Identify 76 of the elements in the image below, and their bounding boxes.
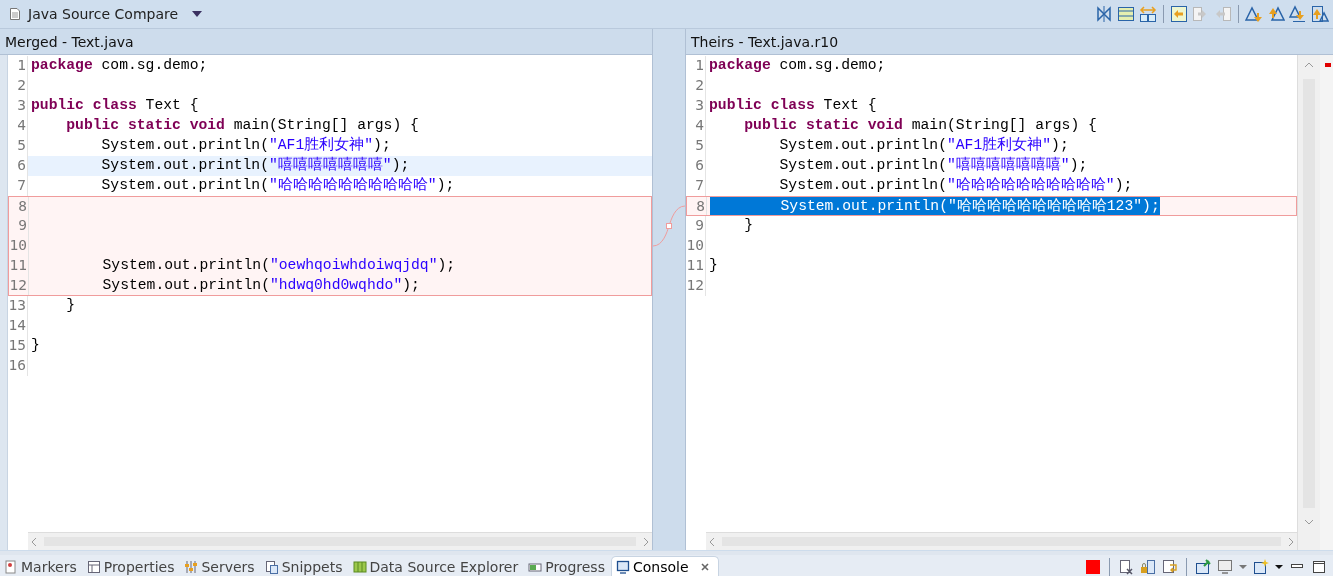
monitor-icon: [615, 560, 630, 574]
code-line: System.out.println("嘻嘻嘻嘻嘻嘻嘻");: [778, 156, 1088, 175]
grid-icon: [352, 559, 367, 574]
code-line: }: [743, 216, 754, 235]
line-number: 4: [8, 116, 28, 136]
next-change-icon[interactable]: [1289, 5, 1307, 23]
copy-all-left-icon[interactable]: [1170, 5, 1188, 23]
maximize-icon[interactable]: [1311, 558, 1327, 575]
line-number: 1: [8, 56, 28, 76]
line-number: 10: [686, 236, 706, 256]
code-line: public class Text {: [31, 96, 199, 115]
code-line: package com.sg.demo;: [31, 56, 208, 75]
code-line: public static void main(String[] args) {: [65, 116, 419, 135]
line-number: 12: [9, 276, 29, 295]
line-number: 14: [8, 316, 28, 336]
code-line: System.out.println("嘻嘻嘻嘻嘻嘻嘻");: [100, 156, 410, 175]
pin-icon[interactable]: [1195, 558, 1211, 575]
line-number: 16: [8, 356, 28, 376]
word-wrap-icon[interactable]: [1162, 558, 1178, 575]
line-number: 5: [8, 136, 28, 156]
dropdown-caret-icon[interactable]: [192, 11, 203, 17]
table-icon: [86, 559, 101, 574]
line-number: 3: [686, 96, 706, 116]
view-tab[interactable]: Properties: [82, 556, 181, 576]
new-console-icon[interactable]: [1253, 558, 1269, 575]
line-number: 12: [686, 276, 706, 296]
scroll-lock-icon[interactable]: [1140, 558, 1156, 575]
swap-sides-icon[interactable]: [1139, 5, 1157, 23]
clear-console-icon[interactable]: [1118, 558, 1134, 575]
horizontal-scrollbar[interactable]: [28, 532, 652, 550]
document-icon: [8, 7, 22, 21]
pane-title: Merged - Text.java: [4, 32, 135, 52]
line-number: 8: [687, 197, 707, 215]
vertical-scrollbar[interactable]: [1297, 55, 1320, 550]
ignore-whitespace-icon[interactable]: [1095, 5, 1113, 23]
line-number: 1: [686, 56, 706, 76]
code-line: System.out.println("哈哈哈哈哈哈哈哈哈哈");: [778, 176, 1133, 195]
view-tab[interactable]: Markers: [0, 556, 83, 576]
line-number: 5: [686, 136, 706, 156]
terminate-icon[interactable]: [1085, 558, 1101, 575]
view-tab[interactable]: Data Source Explorer: [348, 556, 525, 576]
view-tab[interactable]: Console: [610, 556, 719, 576]
view-tab[interactable]: Snippets: [260, 556, 349, 576]
prev-diff-icon[interactable]: [1267, 5, 1285, 23]
line-number: 11: [686, 256, 706, 276]
sliders-icon: [184, 559, 199, 574]
code-line: package com.sg.demo;: [709, 56, 886, 75]
view-tab[interactable]: Servers: [180, 556, 261, 576]
horizontal-scrollbar[interactable]: [706, 532, 1297, 550]
pane-title: Theirs - Text.java.r10: [690, 32, 840, 52]
code-line: System.out.println("hdwq0hd0wqhdo");: [101, 276, 420, 295]
code-line: System.out.println("AF1胜利女神");: [100, 136, 391, 155]
line-number: 9: [686, 216, 706, 236]
compare-title: Java Source Compare: [28, 6, 179, 22]
prev-change-icon[interactable]: [1311, 5, 1329, 23]
code-line: }: [31, 336, 40, 355]
line-number: 15: [8, 336, 28, 356]
line-number: 13: [8, 296, 28, 316]
line-number: 2: [686, 76, 706, 96]
code-line: }: [709, 256, 718, 275]
view-tab[interactable]: Progress: [524, 556, 611, 576]
monitor-icon[interactable]: [1217, 558, 1233, 575]
line-number: 3: [8, 96, 28, 116]
line-number: 2: [8, 76, 28, 96]
code-line: public class Text {: [709, 96, 877, 115]
change-marker[interactable]: [1325, 63, 1331, 67]
next-diff-icon[interactable]: [1245, 5, 1263, 23]
document-icon: [4, 559, 18, 574]
structure-pane-icon[interactable]: [1117, 5, 1135, 23]
code-line: System.out.println("AF1胜利女神");: [778, 136, 1069, 155]
line-number: 6: [686, 156, 706, 176]
code-line: }: [65, 296, 76, 315]
line-number: 4: [686, 116, 706, 136]
code-line: public static void main(String[] args) {: [743, 116, 1097, 135]
code-line: System.out.println("oewhqoiwhdoiwqjdq");: [101, 256, 456, 275]
code-line: System.out.println("哈哈哈哈哈哈哈哈哈哈");: [100, 176, 455, 195]
